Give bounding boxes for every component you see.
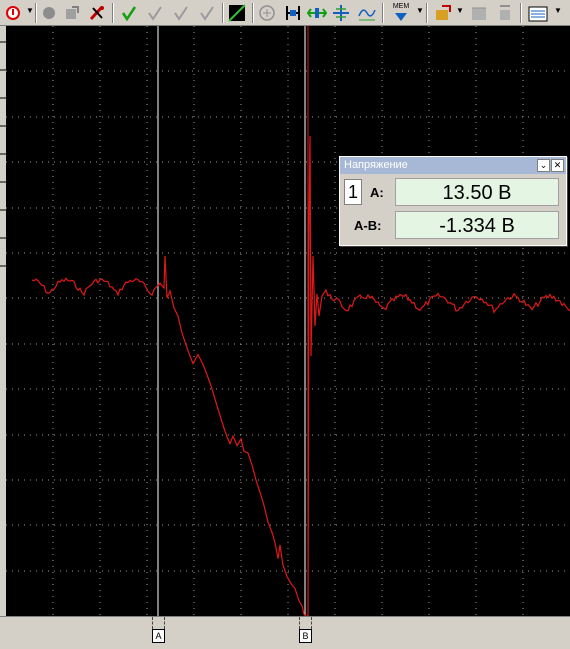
panel-row-a: 1 A: 13.50 В	[342, 177, 560, 208]
scope-graph-icon[interactable]	[356, 2, 378, 24]
toolbar-separator	[520, 3, 522, 23]
export-icon[interactable]	[432, 2, 454, 24]
channel-icon[interactable]	[282, 2, 304, 24]
toolbar-separator	[112, 3, 114, 23]
memory-dropdown-arrow[interactable]: ▼	[416, 6, 424, 15]
memory-label: MEM	[392, 3, 410, 10]
trigger-icon[interactable]	[330, 2, 352, 24]
toolbar-separator	[35, 3, 37, 23]
panel-row-ab: A-B: -1.334 В	[342, 210, 560, 241]
toolbar: ▼ MEM ▼ ▼ ▼	[0, 0, 570, 26]
row-ab-value: -1.334 В	[395, 211, 559, 239]
memory-icon[interactable]: MEM	[388, 2, 414, 24]
voltage-panel[interactable]: Напряжение ⌄ ✕ 1 A: 13.50 В A-B: -1.334 …	[339, 156, 567, 246]
check-faint-icon-3[interactable]	[196, 2, 218, 24]
panel-collapse-icon[interactable]: ⌄	[537, 159, 550, 172]
auto-setup-icon[interactable]	[86, 2, 108, 24]
display-dropdown-arrow[interactable]: ▼	[554, 6, 562, 15]
export-dropdown-arrow[interactable]: ▼	[456, 6, 464, 15]
row-a-value: 13.50 В	[395, 178, 559, 206]
row-a-label: A:	[370, 185, 384, 200]
check-icon[interactable]	[118, 2, 140, 24]
panel-close-icon[interactable]: ✕	[551, 159, 564, 172]
cursor-bar: A B	[0, 616, 570, 649]
display-icon[interactable]	[526, 2, 550, 24]
record-circle-icon[interactable]	[39, 2, 59, 24]
check-faint-icon-2[interactable]	[170, 2, 192, 24]
oscilloscope-display[interactable]	[6, 26, 570, 616]
aux-icon[interactable]	[468, 2, 490, 24]
cursor-icon[interactable]	[306, 2, 328, 24]
aux-icon-2[interactable]	[494, 2, 516, 24]
channel-number[interactable]: 1	[344, 179, 362, 205]
waveform-plot[interactable]	[6, 26, 570, 616]
stop-dropdown-arrow[interactable]: ▼	[26, 6, 34, 15]
toolbar-separator	[426, 3, 428, 23]
cursor-a-handle-stem	[152, 617, 165, 629]
reference-icon[interactable]	[62, 2, 82, 24]
toolbar-separator	[252, 3, 254, 23]
row-ab-label: A-B:	[354, 218, 382, 233]
stop-icon[interactable]	[2, 2, 24, 24]
toolbar-separator	[222, 3, 224, 23]
math-channel-icon[interactable]	[226, 2, 248, 24]
panel-title-bar[interactable]: Напряжение ⌄ ✕	[340, 157, 566, 174]
zoom-icon[interactable]	[256, 2, 278, 24]
panel-title: Напряжение	[344, 159, 408, 171]
toolbar-separator	[382, 3, 384, 23]
grid	[6, 26, 570, 616]
cursor-a-handle[interactable]: A	[152, 629, 165, 643]
cursor-b-handle[interactable]: B	[299, 629, 312, 643]
cursor-b-handle-stem	[299, 617, 312, 629]
check-faint-icon[interactable]	[144, 2, 166, 24]
